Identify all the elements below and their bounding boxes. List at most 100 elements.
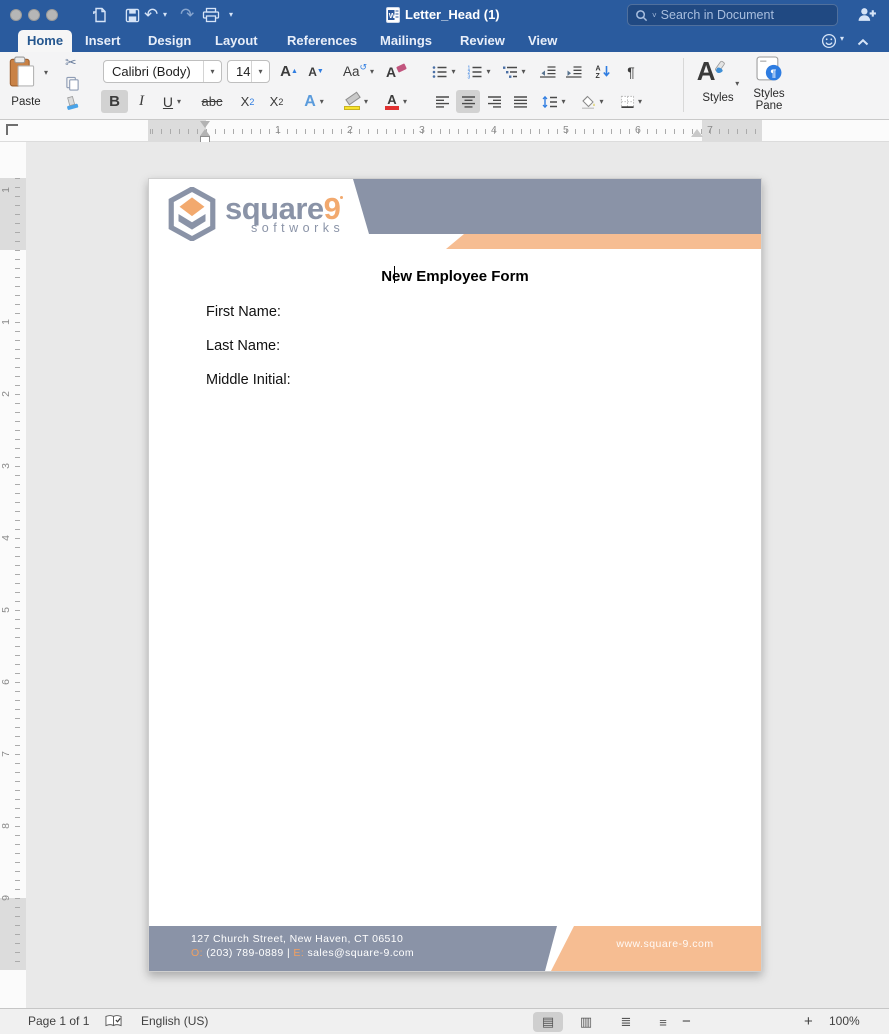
- field-last-name[interactable]: Last Name:: [206, 338, 280, 354]
- styles-dropdown[interactable]: ▾: [735, 79, 739, 88]
- highlight-dropdown[interactable]: ▾: [364, 97, 368, 106]
- line-spacing-dropdown[interactable]: ▾: [561, 97, 565, 106]
- cut-button[interactable]: ✂: [65, 54, 77, 71]
- italic-button[interactable]: I: [130, 90, 153, 113]
- text-effects-dropdown[interactable]: ▾: [320, 97, 324, 106]
- bold-button[interactable]: B: [101, 90, 128, 113]
- styles-pane-button[interactable]: ¶ Styles Pane: [744, 56, 794, 112]
- collapse-ribbon-button[interactable]: [857, 34, 869, 52]
- field-first-name[interactable]: First Name:: [206, 304, 281, 320]
- grow-font-button[interactable]: A▲: [276, 60, 302, 83]
- draft-view-button[interactable]: ≡: [648, 1012, 678, 1032]
- form-title[interactable]: New Employee Form: [149, 268, 761, 285]
- styles-label: Styles: [695, 92, 741, 104]
- word-window: ↶ ▾ ↷ ▾ W Letter_Head (1) ˅ Search in Do…: [0, 0, 889, 1034]
- bullets-dropdown[interactable]: ▾: [451, 67, 455, 76]
- borders-dropdown[interactable]: ▾: [638, 97, 642, 106]
- highlight-button[interactable]: ▾: [337, 90, 375, 113]
- underline-dropdown[interactable]: ▾: [177, 97, 181, 106]
- save-button[interactable]: [125, 0, 140, 30]
- subscript-button[interactable]: X2: [234, 90, 261, 113]
- qat-more-button[interactable]: ▾: [229, 0, 233, 30]
- zoom-out-button[interactable]: −: [682, 1009, 691, 1034]
- share-button[interactable]: [857, 7, 877, 27]
- tab-review[interactable]: Review: [460, 30, 505, 52]
- tab-layout[interactable]: Layout: [215, 30, 258, 52]
- tab-view[interactable]: View: [528, 30, 557, 52]
- font-name-select[interactable]: Calibri (Body) ▾: [103, 60, 222, 83]
- minimize-window-button[interactable]: [28, 9, 40, 21]
- feedback-smiley-button[interactable]: [821, 33, 837, 54]
- new-document-button[interactable]: [92, 0, 108, 30]
- print-layout-view-button[interactable]: ▤: [533, 1012, 563, 1032]
- bullets-button[interactable]: ▾: [428, 60, 460, 83]
- document-workspace[interactable]: square9 softworks New Employee Form Firs…: [26, 142, 889, 1008]
- ruler-number: 3: [419, 124, 425, 136]
- borders-button[interactable]: ▾: [613, 90, 649, 113]
- zoom-window-button[interactable]: [46, 9, 58, 21]
- outline-view-button[interactable]: ≣: [611, 1012, 641, 1032]
- font-color-dropdown[interactable]: ▾: [403, 97, 407, 106]
- show-formatting-marks-button[interactable]: ¶: [619, 60, 643, 83]
- multilevel-list-button[interactable]: ▾: [498, 60, 530, 83]
- styles-pane-icon: ¶: [756, 56, 783, 83]
- line-spacing-button[interactable]: ▾: [537, 90, 571, 113]
- page-count[interactable]: Page 1 of 1: [28, 1009, 89, 1034]
- spell-check-button[interactable]: [105, 1014, 122, 1033]
- sort-button[interactable]: AZ: [591, 60, 615, 83]
- web-layout-view-button[interactable]: ▥: [571, 1012, 601, 1032]
- increase-indent-button[interactable]: [561, 60, 585, 83]
- clear-formatting-button[interactable]: A: [383, 60, 409, 83]
- hanging-indent-marker[interactable]: [200, 129, 210, 136]
- zoom-in-button[interactable]: +: [804, 1009, 813, 1034]
- first-line-indent-marker[interactable]: [200, 121, 210, 128]
- document-page[interactable]: square9 softworks New Employee Form Firs…: [148, 178, 762, 972]
- paste-dropdown[interactable]: ▾: [44, 68, 48, 77]
- strikethrough-button[interactable]: abc: [194, 90, 230, 113]
- tab-design[interactable]: Design: [148, 30, 191, 52]
- language-status[interactable]: English (US): [141, 1009, 208, 1034]
- font-color-button[interactable]: A ▾: [379, 90, 413, 113]
- feedback-dropdown[interactable]: ▾: [840, 34, 844, 43]
- change-case-button[interactable]: Aa ↺ ▾: [337, 60, 380, 83]
- superscript-button[interactable]: X2: [263, 90, 290, 113]
- redo-button[interactable]: ↷: [180, 0, 194, 30]
- multilevel-dropdown[interactable]: ▾: [521, 67, 525, 76]
- search-scope-dropdown[interactable]: ˅: [652, 11, 657, 20]
- title-bar: ↶ ▾ ↷ ▾ W Letter_Head (1) ˅ Search in Do…: [0, 0, 889, 30]
- print-button[interactable]: [202, 0, 220, 30]
- align-right-button[interactable]: [482, 90, 506, 113]
- font-name-dropdown[interactable]: ▾: [203, 61, 221, 82]
- numbering-dropdown[interactable]: ▾: [486, 67, 490, 76]
- paste-button[interactable]: [9, 56, 36, 92]
- tab-insert[interactable]: Insert: [85, 30, 120, 52]
- font-size-dropdown[interactable]: ▾: [251, 61, 269, 82]
- close-window-button[interactable]: [10, 9, 22, 21]
- search-in-document-field[interactable]: ˅ Search in Document: [627, 4, 838, 26]
- zoom-percentage[interactable]: 100%: [829, 1009, 860, 1034]
- shrink-font-button[interactable]: A▼: [303, 60, 329, 83]
- tab-stop-selector[interactable]: [6, 124, 18, 135]
- justify-button[interactable]: [508, 90, 532, 113]
- undo-dropdown[interactable]: ▾: [163, 0, 167, 30]
- styles-button[interactable]: A ▾ Styles: [695, 56, 741, 104]
- footer-contact: 127 Church Street, New Haven, CT 06510 O…: [191, 932, 414, 960]
- align-left-button[interactable]: [430, 90, 454, 113]
- field-middle-initial[interactable]: Middle Initial:: [206, 372, 291, 388]
- right-indent-marker[interactable]: [691, 129, 703, 137]
- underline-button[interactable]: U ▾: [155, 90, 189, 113]
- format-painter-button[interactable]: [63, 94, 80, 116]
- text-effects-button[interactable]: A ▾: [296, 90, 332, 113]
- tab-mailings[interactable]: Mailings: [380, 30, 432, 52]
- save-icon: [125, 8, 140, 23]
- align-center-button[interactable]: [456, 90, 480, 113]
- font-size-select[interactable]: 14 ▾: [227, 60, 270, 83]
- tab-home[interactable]: Home: [18, 30, 72, 52]
- vruler-number: 2: [0, 391, 12, 397]
- tab-references[interactable]: References: [287, 30, 357, 52]
- numbering-button[interactable]: 123 ▾: [463, 60, 495, 83]
- undo-button[interactable]: ↶: [144, 0, 158, 30]
- shading-button[interactable]: ▾: [575, 90, 609, 113]
- decrease-indent-button[interactable]: [535, 60, 559, 83]
- shading-dropdown[interactable]: ▾: [599, 97, 603, 106]
